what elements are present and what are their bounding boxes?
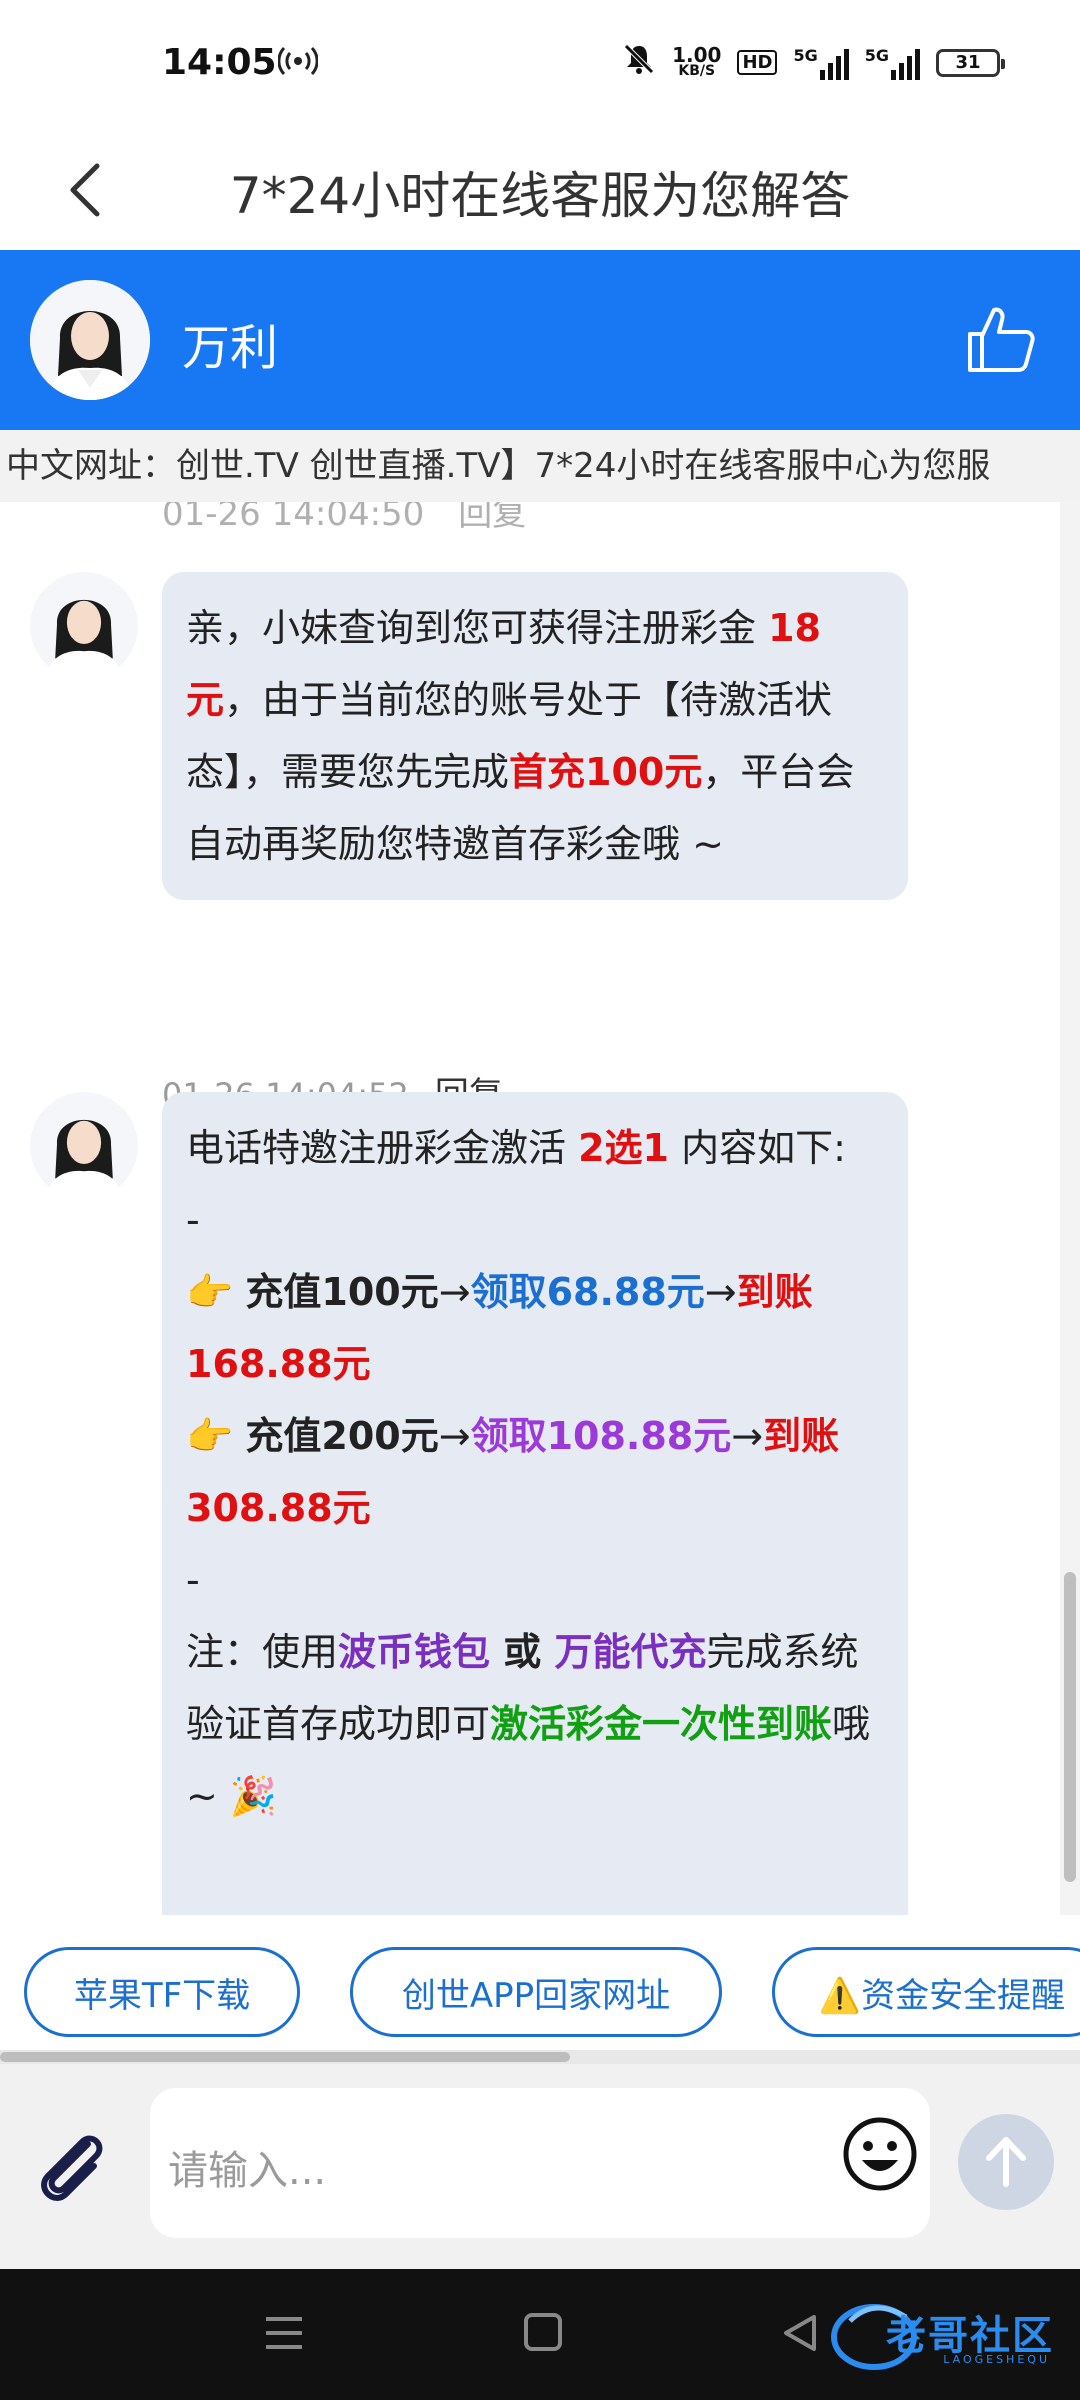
send-arrow-icon [986, 2137, 1026, 2187]
menu-icon[interactable] [262, 2313, 306, 2353]
note-text: 注：使用波币钱包 或 万能代充完成系统验证首存成功即可激活彩金一次性到账哦 ~ … [186, 1630, 871, 1818]
net-speed: 1.00 KB/S [672, 43, 722, 80]
message-bubble: 亲，小妹查询到您可获得注册彩金 18元，由于当前您的账号处于【待激活状态】，需要… [162, 572, 908, 900]
send-button[interactable] [958, 2114, 1054, 2210]
watermark-logo: 老哥社区 LAOGESHEQU [830, 2291, 1066, 2381]
point-right-icon: 👉 [186, 1270, 234, 1314]
agent-avatar [30, 572, 138, 680]
status-bar: 14:05 1.00 KB/S HD 5G 5G 31 [0, 0, 1080, 130]
message-bubble: 电话特邀注册彩金激活 2选1 内容如下: - 👉 充值100元→领取68.88元… [162, 1092, 908, 1915]
party-icon: 🎉 [229, 1774, 278, 1818]
separator: - [186, 1198, 200, 1242]
signal-icon: 5G [793, 46, 849, 80]
message-text: 亲，小妹查询到您可获得注册彩金 [186, 606, 769, 650]
agent-header: 万利 [0, 250, 1080, 430]
point-right-icon: 👉 [186, 1414, 234, 1458]
partial-timestamp: 01-26 14:04:50 回复 [162, 502, 527, 534]
back-triangle-icon[interactable] [780, 2313, 820, 2353]
thumbs-up-icon[interactable] [964, 302, 1038, 376]
message-input[interactable]: 请输入... [150, 2088, 930, 2238]
option-2: 👉 充值200元→领取108.88元→到账308.88元 [186, 1414, 840, 1530]
paperclip-icon[interactable] [30, 2124, 120, 2214]
title-bar: 7*24小时在线客服为您解答 [0, 130, 1080, 250]
quick-replies: 苹果TF下载 创世APP回家网址 ⚠️资金安全提醒 [0, 1915, 1080, 2050]
emoji-icon[interactable] [840, 2114, 920, 2194]
chips-scroll-thumb[interactable] [0, 2052, 570, 2062]
separator: - [186, 1558, 200, 1602]
message-input-placeholder: 请输入... [168, 2148, 327, 2194]
watermark-subtext: LAOGESHEQU [943, 2353, 1050, 2366]
agent-avatar [30, 280, 150, 400]
quick-reply-safety-notice[interactable]: ⚠️资金安全提醒 [772, 1947, 1080, 2037]
system-nav-bar: 老哥社区 LAOGESHEQU [0, 2269, 1080, 2400]
page-title: 7*24小时在线客服为您解答 [229, 167, 851, 225]
input-bar: 请输入... [0, 2064, 1080, 2269]
option-1: 👉 充值100元→领取68.88元→到账168.88元 [186, 1270, 813, 1386]
battery-icon: 31 [936, 48, 1005, 77]
hotspot-icon [277, 44, 319, 86]
agent-name: 万利 [182, 320, 279, 376]
quick-reply-tf-download[interactable]: 苹果TF下载 [24, 1947, 300, 2037]
home-icon[interactable] [524, 2313, 562, 2351]
chat-area[interactable]: 01-26 14:04:50 回复 亲，小妹查询到您可获得注册彩金 18元，由于… [0, 502, 1080, 1915]
hd-badge: HD [737, 50, 778, 75]
chips-scrollbar[interactable] [0, 2050, 1080, 2064]
highlight-choice: 2选1 [578, 1126, 669, 1170]
announcement-marquee: 中文网址：创世.TV 创世直播.TV】7*24小时在线客服中心为您服 [0, 430, 1080, 502]
signal-icon-2: 5G [865, 46, 920, 80]
highlight-deposit: 首充100元 [509, 750, 703, 794]
quick-reply-home-url[interactable]: 创世APP回家网址 [350, 1947, 722, 2037]
agent-avatar [30, 1092, 138, 1200]
mute-icon [622, 42, 656, 83]
clock: 14:05 [162, 42, 277, 83]
chat-scroll-thumb[interactable] [1064, 1572, 1076, 1882]
